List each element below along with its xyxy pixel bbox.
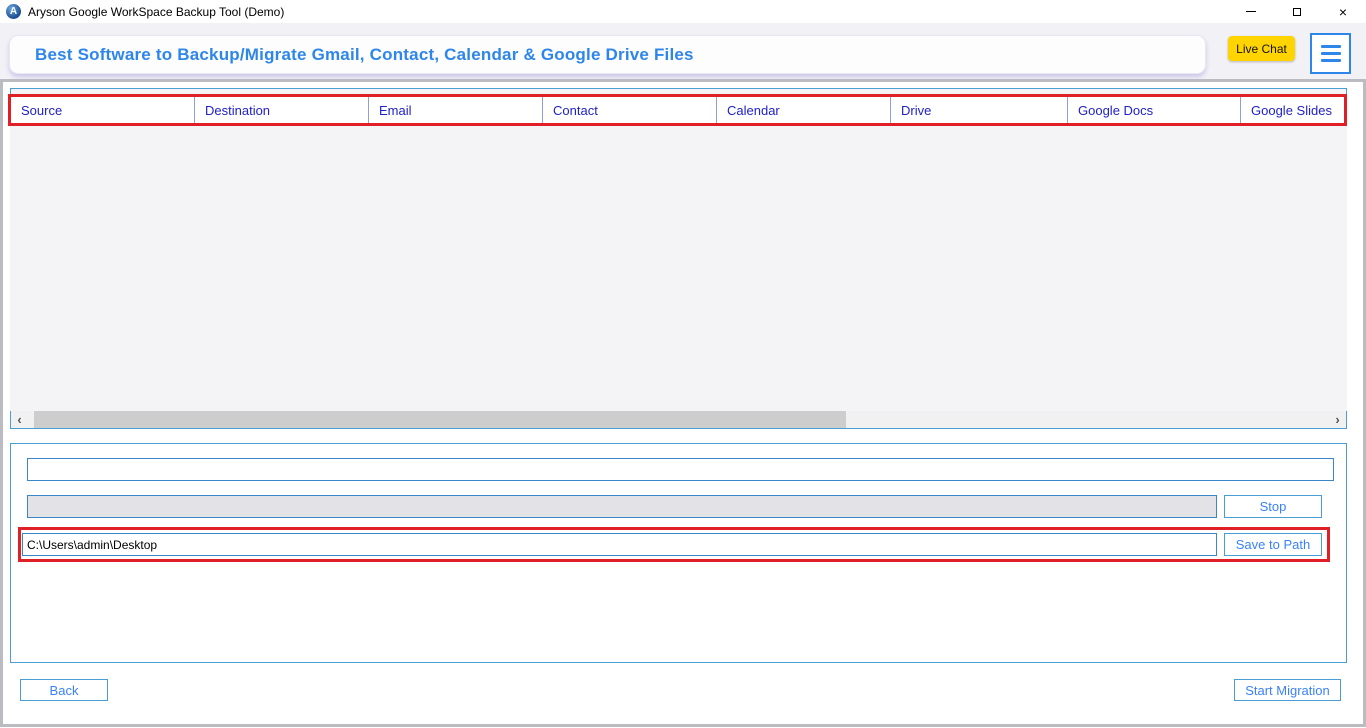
column-header-drive[interactable]: Drive [891, 97, 1068, 123]
column-header-contact[interactable]: Contact [543, 97, 717, 123]
save-path-input[interactable] [22, 533, 1217, 556]
save-to-path-button[interactable]: Save to Path [1224, 533, 1322, 556]
scroll-right-button[interactable]: › [1329, 411, 1346, 428]
progress-bar [27, 495, 1217, 518]
promo-banner: Best Software to Backup/Migrate Gmail, C… [9, 35, 1206, 74]
start-migration-button[interactable]: Start Migration [1234, 679, 1341, 701]
scrollbar-track[interactable] [28, 411, 1329, 428]
minimize-button[interactable] [1228, 0, 1274, 23]
promo-banner-text: Best Software to Backup/Migrate Gmail, C… [35, 45, 694, 65]
window-controls: × [1228, 0, 1366, 23]
close-button[interactable]: × [1320, 0, 1366, 23]
live-chat-button[interactable]: Live Chat [1228, 36, 1295, 61]
scrollbar-thumb[interactable] [34, 411, 846, 428]
column-header-source[interactable]: Source [11, 97, 195, 123]
horizontal-scrollbar: ‹ › [11, 411, 1346, 428]
status-field[interactable] [27, 458, 1334, 481]
back-button[interactable]: Back [20, 679, 108, 701]
column-header-email[interactable]: Email [369, 97, 543, 123]
column-header-google-slides[interactable]: Google Slides [1241, 97, 1344, 123]
app-logo-icon: A [6, 4, 21, 19]
column-header-calendar[interactable]: Calendar [717, 97, 891, 123]
close-icon: × [1339, 5, 1347, 19]
window-title: Aryson Google WorkSpace Backup Tool (Dem… [28, 5, 284, 19]
minimize-icon [1246, 11, 1256, 12]
restore-button[interactable] [1274, 0, 1320, 23]
restore-icon [1293, 8, 1301, 16]
migration-table-body [10, 126, 1347, 411]
header-strip: Best Software to Backup/Migrate Gmail, C… [0, 23, 1366, 80]
title-bar: A Aryson Google WorkSpace Backup Tool (D… [0, 0, 1366, 23]
column-header-google-docs[interactable]: Google Docs [1068, 97, 1241, 123]
column-header-destination[interactable]: Destination [195, 97, 369, 123]
stop-button[interactable]: Stop [1224, 495, 1322, 518]
table-header-row: Source Destination Email Contact Calenda… [8, 94, 1347, 126]
hamburger-icon [1321, 45, 1341, 48]
scroll-left-button[interactable]: ‹ [11, 411, 28, 428]
menu-button[interactable] [1310, 33, 1351, 74]
